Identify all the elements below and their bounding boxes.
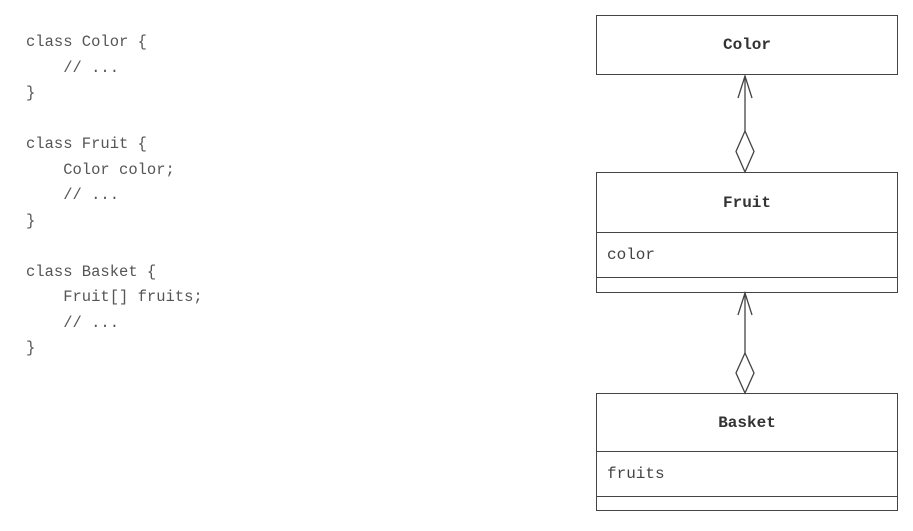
code-line: } [26, 211, 36, 230]
uml-class-basket: Basket fruits [596, 393, 898, 511]
code-line: } [26, 84, 36, 102]
uml-attribute-section: color [597, 232, 897, 277]
code-line: // ... [26, 313, 120, 332]
code-line: class Color { [26, 33, 147, 51]
aggregation-diamond-icon [735, 351, 755, 395]
code-line: // ... [26, 58, 120, 77]
open-arrowhead-icon [737, 290, 753, 316]
uml-class-name: Color [722, 36, 771, 54]
aggregation-basket-fruit [735, 290, 755, 395]
uml-operation-section [597, 496, 897, 510]
code-listing: class Color { // ...} class Fruit { Color… [26, 30, 203, 362]
aggregation-fruit-color [735, 73, 755, 174]
uml-operation-section [597, 277, 897, 291]
uml-attribute-section: fruits [597, 451, 897, 496]
uml-class-fruit: Fruit color [596, 172, 898, 293]
uml-class-name: Fruit [722, 193, 771, 212]
code-line: // ... [26, 186, 120, 204]
code-line: } [26, 339, 36, 357]
code-line: Fruit[] fruits; [26, 288, 203, 306]
code-line: Color color; [26, 160, 175, 179]
code-line: class Fruit { [26, 135, 147, 153]
code-line: class Basket { [26, 262, 157, 281]
uml-class-name: Basket [718, 413, 776, 432]
uml-attribute: fruits [607, 465, 665, 483]
open-arrowhead-icon [737, 73, 753, 99]
uml-attribute: color [607, 246, 656, 264]
uml-class-color: Color [596, 15, 898, 75]
aggregation-diamond-icon [735, 129, 755, 174]
